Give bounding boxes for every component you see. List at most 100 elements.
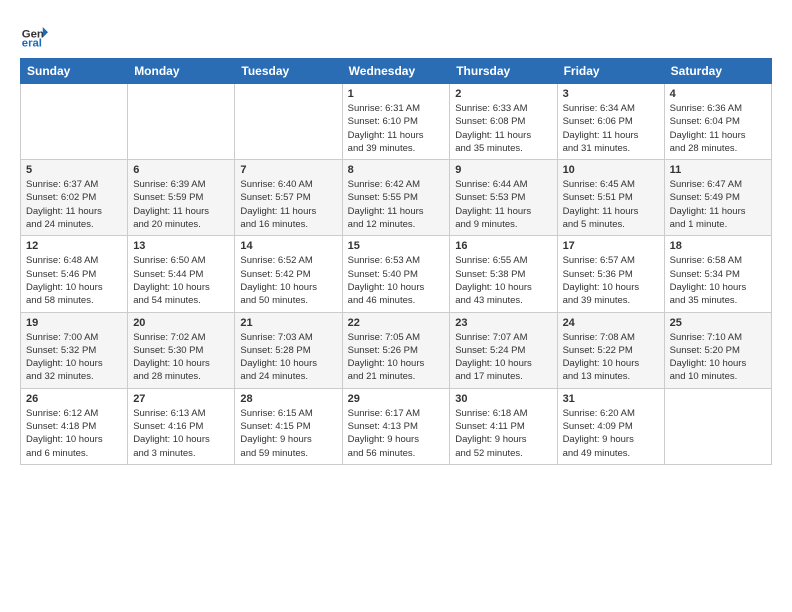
day-number: 3 xyxy=(563,88,659,100)
day-number: 19 xyxy=(26,317,122,329)
calendar-cell: 8 Sunrise: 6:42 AM Sunset: 5:55 PM Daylig… xyxy=(342,160,450,236)
calendar-header-row: SundayMondayTuesdayWednesdayThursdayFrid… xyxy=(21,59,772,84)
calendar-cell: 27Sunrise: 6:13 AM Sunset: 4:16 PM Dayli… xyxy=(128,388,235,464)
day-info: Sunrise: 6:37 AM Sunset: 6:02 PM Dayligh… xyxy=(26,178,122,231)
calendar-cell: 28 Sunrise: 6:15 AM Sunset: 4:15 PM Dayli… xyxy=(235,388,342,464)
calendar-cell: 23 Sunrise: 7:07 AM Sunset: 5:24 PM Dayli… xyxy=(450,312,557,388)
calendar-cell: 12 Sunrise: 6:48 AM Sunset: 5:46 PM Dayli… xyxy=(21,236,128,312)
day-info: Sunrise: 6:55 AM Sunset: 5:38 PM Dayligh… xyxy=(455,254,551,307)
day-info: Sunrise: 6:13 AM Sunset: 4:16 PM Dayligh… xyxy=(133,407,229,460)
day-header-monday: Monday xyxy=(128,59,235,84)
calendar-cell: 20Sunrise: 7:02 AM Sunset: 5:30 PM Dayli… xyxy=(128,312,235,388)
day-info: Sunrise: 7:02 AM Sunset: 5:30 PM Dayligh… xyxy=(133,331,229,384)
calendar: SundayMondayTuesdayWednesdayThursdayFrid… xyxy=(20,58,772,465)
day-number: 4 xyxy=(670,88,766,100)
day-number: 23 xyxy=(455,317,551,329)
calendar-cell: 3 Sunrise: 6:34 AM Sunset: 6:06 PM Daylig… xyxy=(557,84,664,160)
calendar-cell: 2Sunrise: 6:33 AM Sunset: 6:08 PM Daylig… xyxy=(450,84,557,160)
day-number: 18 xyxy=(670,240,766,252)
day-number: 6 xyxy=(133,164,229,176)
day-number: 30 xyxy=(455,393,551,405)
calendar-cell: 31 Sunrise: 6:20 AM Sunset: 4:09 PM Dayli… xyxy=(557,388,664,464)
day-info: Sunrise: 6:53 AM Sunset: 5:40 PM Dayligh… xyxy=(348,254,445,307)
week-row-3: 12 Sunrise: 6:48 AM Sunset: 5:46 PM Dayli… xyxy=(21,236,772,312)
day-number: 13 xyxy=(133,240,229,252)
header: Gen eral xyxy=(20,20,772,48)
day-info: Sunrise: 6:12 AM Sunset: 4:18 PM Dayligh… xyxy=(26,407,122,460)
calendar-cell: 10Sunrise: 6:45 AM Sunset: 5:51 PM Dayli… xyxy=(557,160,664,236)
calendar-cell: 7Sunrise: 6:40 AM Sunset: 5:57 PM Daylig… xyxy=(235,160,342,236)
week-row-2: 5 Sunrise: 6:37 AM Sunset: 6:02 PM Daylig… xyxy=(21,160,772,236)
day-info: Sunrise: 7:08 AM Sunset: 5:22 PM Dayligh… xyxy=(563,331,659,384)
day-info: Sunrise: 6:36 AM Sunset: 6:04 PM Dayligh… xyxy=(670,102,766,155)
calendar-cell: 19 Sunrise: 7:00 AM Sunset: 5:32 PM Dayli… xyxy=(21,312,128,388)
logo-icon: Gen eral xyxy=(20,20,48,48)
calendar-cell xyxy=(664,388,771,464)
day-number: 15 xyxy=(348,240,445,252)
day-info: Sunrise: 6:33 AM Sunset: 6:08 PM Dayligh… xyxy=(455,102,551,155)
day-number: 25 xyxy=(670,317,766,329)
calendar-cell: 15 Sunrise: 6:53 AM Sunset: 5:40 PM Dayli… xyxy=(342,236,450,312)
day-number: 22 xyxy=(348,317,445,329)
day-info: Sunrise: 7:00 AM Sunset: 5:32 PM Dayligh… xyxy=(26,331,122,384)
calendar-cell: 9 Sunrise: 6:44 AM Sunset: 5:53 PM Daylig… xyxy=(450,160,557,236)
day-info: Sunrise: 6:15 AM Sunset: 4:15 PM Dayligh… xyxy=(240,407,336,460)
week-row-5: 26 Sunrise: 6:12 AM Sunset: 4:18 PM Dayli… xyxy=(21,388,772,464)
day-info: Sunrise: 7:10 AM Sunset: 5:20 PM Dayligh… xyxy=(670,331,766,384)
day-number: 5 xyxy=(26,164,122,176)
day-number: 28 xyxy=(240,393,336,405)
calendar-cell: 11 Sunrise: 6:47 AM Sunset: 5:49 PM Dayli… xyxy=(664,160,771,236)
day-number: 17 xyxy=(563,240,659,252)
day-info: Sunrise: 6:31 AM Sunset: 6:10 PM Dayligh… xyxy=(348,102,445,155)
day-header-saturday: Saturday xyxy=(664,59,771,84)
svg-text:eral: eral xyxy=(22,37,42,48)
calendar-cell: 21 Sunrise: 7:03 AM Sunset: 5:28 PM Dayli… xyxy=(235,312,342,388)
day-info: Sunrise: 6:40 AM Sunset: 5:57 PM Dayligh… xyxy=(240,178,336,231)
calendar-cell: 29 Sunrise: 6:17 AM Sunset: 4:13 PM Dayli… xyxy=(342,388,450,464)
calendar-cell: 16 Sunrise: 6:55 AM Sunset: 5:38 PM Dayli… xyxy=(450,236,557,312)
day-info: Sunrise: 6:39 AM Sunset: 5:59 PM Dayligh… xyxy=(133,178,229,231)
day-number: 10 xyxy=(563,164,659,176)
calendar-cell: 5 Sunrise: 6:37 AM Sunset: 6:02 PM Daylig… xyxy=(21,160,128,236)
calendar-cell xyxy=(21,84,128,160)
day-info: Sunrise: 6:42 AM Sunset: 5:55 PM Dayligh… xyxy=(348,178,445,231)
day-info: Sunrise: 6:17 AM Sunset: 4:13 PM Dayligh… xyxy=(348,407,445,460)
calendar-cell: 30 Sunrise: 6:18 AM Sunset: 4:11 PM Dayli… xyxy=(450,388,557,464)
day-number: 24 xyxy=(563,317,659,329)
day-info: Sunrise: 6:48 AM Sunset: 5:46 PM Dayligh… xyxy=(26,254,122,307)
day-number: 31 xyxy=(563,393,659,405)
day-info: Sunrise: 7:03 AM Sunset: 5:28 PM Dayligh… xyxy=(240,331,336,384)
day-header-wednesday: Wednesday xyxy=(342,59,450,84)
calendar-cell: 17 Sunrise: 6:57 AM Sunset: 5:36 PM Dayli… xyxy=(557,236,664,312)
day-number: 1 xyxy=(348,88,445,100)
week-row-1: 1 Sunrise: 6:31 AM Sunset: 6:10 PM Daylig… xyxy=(21,84,772,160)
day-info: Sunrise: 6:44 AM Sunset: 5:53 PM Dayligh… xyxy=(455,178,551,231)
day-info: Sunrise: 6:47 AM Sunset: 5:49 PM Dayligh… xyxy=(670,178,766,231)
calendar-cell: 4 Sunrise: 6:36 AM Sunset: 6:04 PM Daylig… xyxy=(664,84,771,160)
day-header-sunday: Sunday xyxy=(21,59,128,84)
day-number: 29 xyxy=(348,393,445,405)
day-number: 12 xyxy=(26,240,122,252)
day-info: Sunrise: 6:20 AM Sunset: 4:09 PM Dayligh… xyxy=(563,407,659,460)
day-number: 11 xyxy=(670,164,766,176)
week-row-4: 19 Sunrise: 7:00 AM Sunset: 5:32 PM Dayli… xyxy=(21,312,772,388)
day-info: Sunrise: 6:58 AM Sunset: 5:34 PM Dayligh… xyxy=(670,254,766,307)
calendar-cell: 26 Sunrise: 6:12 AM Sunset: 4:18 PM Dayli… xyxy=(21,388,128,464)
day-info: Sunrise: 7:05 AM Sunset: 5:26 PM Dayligh… xyxy=(348,331,445,384)
day-info: Sunrise: 6:18 AM Sunset: 4:11 PM Dayligh… xyxy=(455,407,551,460)
day-info: Sunrise: 6:57 AM Sunset: 5:36 PM Dayligh… xyxy=(563,254,659,307)
calendar-cell xyxy=(128,84,235,160)
day-info: Sunrise: 6:50 AM Sunset: 5:44 PM Dayligh… xyxy=(133,254,229,307)
day-header-tuesday: Tuesday xyxy=(235,59,342,84)
day-number: 26 xyxy=(26,393,122,405)
day-number: 16 xyxy=(455,240,551,252)
day-number: 21 xyxy=(240,317,336,329)
calendar-cell: 25 Sunrise: 7:10 AM Sunset: 5:20 PM Dayli… xyxy=(664,312,771,388)
day-number: 9 xyxy=(455,164,551,176)
day-info: Sunrise: 7:07 AM Sunset: 5:24 PM Dayligh… xyxy=(455,331,551,384)
day-info: Sunrise: 6:34 AM Sunset: 6:06 PM Dayligh… xyxy=(563,102,659,155)
calendar-cell xyxy=(235,84,342,160)
calendar-cell: 22 Sunrise: 7:05 AM Sunset: 5:26 PM Dayli… xyxy=(342,312,450,388)
day-header-thursday: Thursday xyxy=(450,59,557,84)
day-number: 8 xyxy=(348,164,445,176)
